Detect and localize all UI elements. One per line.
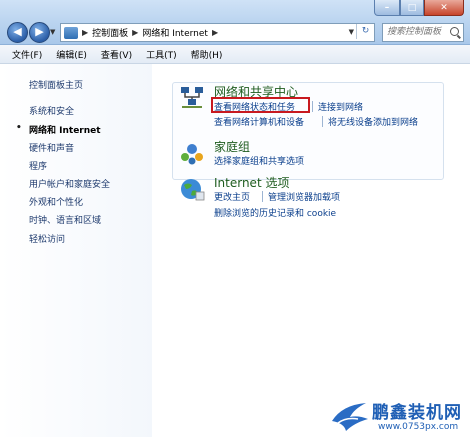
- link-connect-to-network[interactable]: 连接到网络: [318, 100, 363, 113]
- search-box[interactable]: [382, 23, 464, 42]
- menu-help[interactable]: 帮助(H): [184, 48, 230, 61]
- link-separator: [312, 101, 313, 112]
- menu-edit[interactable]: 编辑(E): [49, 48, 94, 61]
- network-sharing-icon: [181, 87, 203, 108]
- link-change-homepage[interactable]: 更改主页: [214, 190, 250, 203]
- title-bar: – □ ✕ ◀ ▶ ▼ ▶ 控制面板 ▶ 网络和 Internet ▶ ▼ ↻: [0, 0, 470, 45]
- category-title-internet-options[interactable]: Internet 选项: [214, 174, 289, 191]
- nav-system-security[interactable]: 系统和安全: [29, 104, 74, 117]
- nav-hardware-sound[interactable]: 硬件和声音: [29, 141, 74, 154]
- nav-clock-language[interactable]: 时钟、语言和区域: [29, 213, 101, 226]
- search-input[interactable]: [383, 24, 449, 39]
- control-panel-icon: [64, 26, 78, 39]
- maximize-button[interactable]: □: [400, 0, 424, 16]
- address-bar[interactable]: ▶ 控制面板 ▶ 网络和 Internet ▶ ▼ ↻: [60, 23, 375, 42]
- menu-bar: 文件(F) 编辑(E) 查看(V) 工具(T) 帮助(H): [0, 45, 470, 64]
- nav-network-internet: 网络和 Internet: [29, 126, 101, 136]
- link-separator: [262, 191, 263, 202]
- menu-tools[interactable]: 工具(T): [139, 48, 184, 61]
- minimize-button[interactable]: –: [374, 0, 400, 16]
- refresh-icon[interactable]: ↻: [356, 24, 374, 39]
- left-nav-pane: 控制面板主页 系统和安全 • 网络和 Internet 硬件和声音 程序 用户帐…: [0, 64, 152, 437]
- forward-button[interactable]: ▶: [29, 22, 50, 43]
- link-homegroup-options[interactable]: 选择家庭组和共享选项: [214, 154, 304, 167]
- main-content: 网络和共享中心 查看网络状态和任务 连接到网络 查看网络计算机和设备 将无线设备…: [152, 64, 470, 437]
- homegroup-icon: [181, 144, 203, 165]
- highlight-annotation: [211, 97, 310, 113]
- link-delete-history[interactable]: 删除浏览的历史记录和 cookie: [214, 206, 336, 219]
- breadcrumb-control-panel[interactable]: 控制面板: [92, 26, 128, 39]
- watermark-logo-icon: [332, 403, 368, 431]
- active-bullet-icon: •: [16, 123, 22, 133]
- internet-options-icon: [181, 179, 205, 201]
- menu-view[interactable]: 查看(V): [94, 48, 139, 61]
- nav-control-panel-home[interactable]: 控制面板主页: [29, 78, 83, 91]
- watermark-url: www.0753px.com: [378, 422, 459, 432]
- window-controls: – □ ✕: [374, 0, 464, 16]
- watermark-title: 鹏鑫装机网: [372, 403, 462, 423]
- link-add-wireless-device[interactable]: 将无线设备添加到网络: [328, 115, 418, 128]
- address-dropdown-icon[interactable]: ▼: [349, 28, 354, 36]
- category-title-homegroup[interactable]: 家庭组: [214, 138, 250, 155]
- breadcrumb-separator[interactable]: ▶: [132, 28, 138, 37]
- nav-ease-of-access[interactable]: 轻松访问: [29, 232, 65, 245]
- search-icon[interactable]: [450, 27, 459, 36]
- nav-user-accounts[interactable]: 用户帐户和家庭安全: [29, 177, 110, 190]
- link-view-network-computers[interactable]: 查看网络计算机和设备: [214, 115, 304, 128]
- link-manage-addons[interactable]: 管理浏览器加载项: [268, 190, 340, 203]
- menu-file[interactable]: 文件(F): [0, 48, 49, 61]
- nav-appearance[interactable]: 外观和个性化: [29, 195, 83, 208]
- history-dropdown-icon[interactable]: ▼: [50, 28, 55, 36]
- back-button[interactable]: ◀: [7, 22, 28, 43]
- close-button[interactable]: ✕: [424, 0, 464, 16]
- link-separator: [322, 116, 323, 127]
- breadcrumb-separator[interactable]: ▶: [212, 28, 218, 37]
- breadcrumb-network-internet[interactable]: 网络和 Internet: [142, 26, 208, 39]
- nav-programs[interactable]: 程序: [29, 159, 47, 172]
- breadcrumb-separator[interactable]: ▶: [82, 28, 88, 37]
